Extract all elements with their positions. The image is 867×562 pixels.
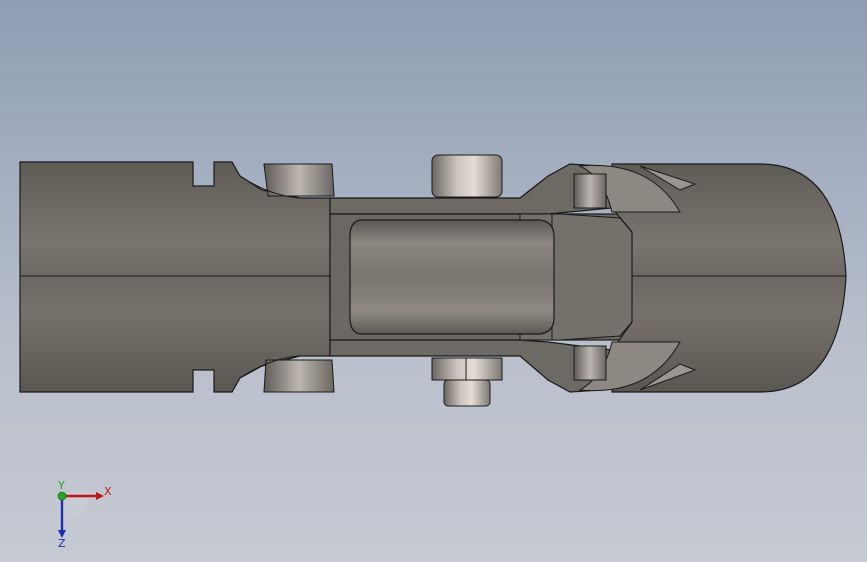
z-axis-label: Z	[58, 537, 66, 548]
left-yoke[interactable]	[19, 161, 335, 393]
top-pin[interactable]	[431, 154, 503, 198]
universal-joint-model[interactable]	[0, 0, 867, 562]
roller[interactable]	[349, 219, 555, 335]
x-axis-arrow	[96, 492, 104, 500]
coordinate-triad: X Y Z	[57, 479, 112, 548]
x-axis-label: X	[104, 485, 112, 498]
y-axis-dot	[57, 491, 67, 501]
graphics-viewport[interactable]: X Y Z	[0, 0, 867, 562]
y-axis-label: Y	[57, 479, 65, 492]
bottom-nut[interactable]	[431, 357, 503, 407]
